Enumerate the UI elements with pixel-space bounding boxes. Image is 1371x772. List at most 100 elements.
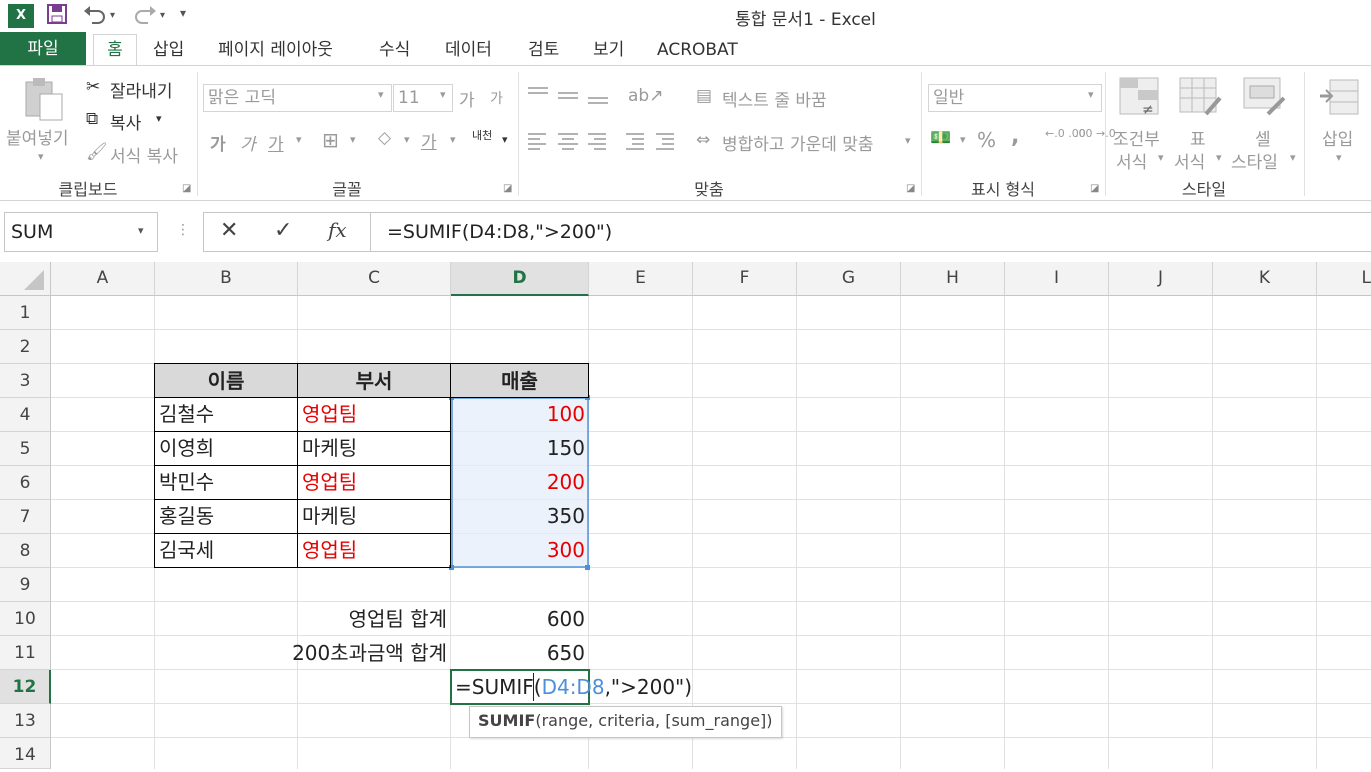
summary-value-sales-team[interactable]: 600 xyxy=(450,602,589,636)
insert-cells-dropdown-icon[interactable]: ▾ xyxy=(1336,151,1342,164)
copy-dropdown-icon[interactable]: ▾ xyxy=(156,112,162,125)
row-header-9[interactable]: 9 xyxy=(0,568,51,602)
font-color-button[interactable]: 가 xyxy=(421,128,437,153)
select-all-corner[interactable] xyxy=(0,262,51,296)
font-launcher-icon[interactable]: ◪ xyxy=(503,183,512,194)
formula-bar-grip-icon[interactable]: ⋮ xyxy=(176,222,190,238)
horizontal-align-icons[interactable] xyxy=(526,130,676,154)
conditional-formatting-label-2[interactable]: 서식 xyxy=(1116,148,1147,173)
format-painter-button[interactable]: 서식 복사 xyxy=(110,142,178,167)
table-header-dept[interactable]: 부서 xyxy=(297,363,451,398)
underline-button[interactable]: 가 xyxy=(268,130,284,155)
row-header-6[interactable]: 6 xyxy=(0,466,51,500)
percent-style-button[interactable]: % xyxy=(977,128,996,152)
row-header-13[interactable]: 13 xyxy=(0,704,51,738)
increase-decimal-button[interactable]: ←.0 .00 xyxy=(1045,128,1086,140)
cut-button[interactable]: 잘라내기 xyxy=(110,77,173,102)
row-header-11[interactable]: 11 xyxy=(0,636,51,670)
cancel-icon[interactable]: ✕ xyxy=(220,218,238,243)
font-color-dropdown-icon[interactable]: ▾ xyxy=(450,133,456,146)
grow-font-button[interactable]: 가 xyxy=(459,86,475,111)
column-header-a[interactable]: A xyxy=(51,262,155,296)
column-header-h[interactable]: H xyxy=(901,262,1005,296)
tab-home[interactable]: 홈 xyxy=(93,34,137,66)
alignment-launcher-icon[interactable]: ◪ xyxy=(906,183,915,194)
italic-button[interactable]: 가 xyxy=(240,130,256,155)
table-cell-sales[interactable]: 300 xyxy=(450,533,589,568)
table-cell-name[interactable]: 박민수 xyxy=(154,465,298,500)
comma-style-button[interactable]: , xyxy=(1011,124,1019,149)
row-header-5[interactable]: 5 xyxy=(0,432,51,466)
wrap-text-button[interactable]: 텍스트 줄 바꿈 xyxy=(722,86,827,111)
insert-cells-button[interactable]: 삽입 xyxy=(1322,125,1353,150)
clipboard-launcher-icon[interactable]: ◪ xyxy=(182,183,191,194)
enter-icon[interactable]: ✓ xyxy=(274,218,292,243)
number-format-dropdown-icon[interactable]: ▾ xyxy=(1088,88,1094,101)
font-name-combo[interactable]: 맑은 고딕 xyxy=(203,84,392,112)
number-launcher-icon[interactable]: ◪ xyxy=(1090,183,1099,194)
column-header-c[interactable]: C xyxy=(298,262,451,296)
cell-styles-label-1[interactable]: 셀 xyxy=(1255,125,1271,150)
orientation-icon[interactable]: ab↗ xyxy=(628,86,663,106)
column-header-j[interactable]: J xyxy=(1109,262,1213,296)
tab-file[interactable]: 파일 xyxy=(0,32,86,66)
row-header-12[interactable]: 12 xyxy=(0,670,51,704)
accounting-format-icon[interactable]: 💵 xyxy=(930,128,951,148)
tab-insert[interactable]: 삽입 xyxy=(153,36,184,64)
summary-label-sales-team[interactable]: 영업팀 합계 xyxy=(154,602,451,636)
column-header-f[interactable]: F xyxy=(693,262,797,296)
merge-center-dropdown-icon[interactable]: ▾ xyxy=(905,134,911,147)
name-box-dropdown-icon[interactable]: ▾ xyxy=(138,224,144,237)
column-header-k[interactable]: K xyxy=(1213,262,1317,296)
table-cell-name[interactable]: 이영희 xyxy=(154,431,298,466)
table-cell-dept[interactable]: 영업팀 xyxy=(297,465,451,500)
table-cell-sales[interactable]: 350 xyxy=(450,499,589,534)
paste-icon[interactable] xyxy=(22,76,66,122)
table-cell-name[interactable]: 홍길동 xyxy=(154,499,298,534)
column-header-d[interactable]: D xyxy=(451,262,589,296)
paste-dropdown-icon[interactable]: ▾ xyxy=(38,150,44,163)
cell-edit-text[interactable]: =SUMIF(D4:D8,">200") xyxy=(455,671,692,703)
font-name-dropdown-icon[interactable]: ▾ xyxy=(378,88,384,101)
table-cell-name[interactable]: 김철수 xyxy=(154,397,298,432)
row-header-10[interactable]: 10 xyxy=(0,602,51,636)
table-cell-dept[interactable]: 영업팀 xyxy=(297,397,451,432)
phonetic-dropdown-icon[interactable]: ▾ xyxy=(502,133,508,146)
column-header-i[interactable]: I xyxy=(1005,262,1109,296)
accounting-dropdown-icon[interactable]: ▾ xyxy=(960,133,966,146)
tab-formulas[interactable]: 수식 xyxy=(379,36,410,64)
function-tooltip[interactable]: SUMIF(range, criteria, [sum_range]) xyxy=(469,706,782,738)
cell-styles-label-2[interactable]: 스타일 xyxy=(1231,148,1278,173)
copy-button[interactable]: 복사 xyxy=(110,109,141,134)
row-header-2[interactable]: 2 xyxy=(0,330,51,364)
insert-function-icon[interactable]: fx xyxy=(328,218,347,242)
fill-color-icon[interactable]: ◇ xyxy=(378,128,391,148)
row-header-8[interactable]: 8 xyxy=(0,534,51,568)
format-as-table-label-1[interactable]: 표 xyxy=(1190,125,1206,150)
table-cell-dept[interactable]: 마케팅 xyxy=(297,431,451,466)
tab-view[interactable]: 보기 xyxy=(593,36,624,64)
column-header-l[interactable]: L xyxy=(1317,262,1371,296)
number-format-combo[interactable]: 일반 xyxy=(928,84,1102,112)
column-header-b[interactable]: B xyxy=(155,262,298,296)
table-cell-dept[interactable]: 마케팅 xyxy=(297,499,451,534)
table-cell-name[interactable]: 김국세 xyxy=(154,533,298,568)
table-cell-sales[interactable]: 200 xyxy=(450,465,589,500)
fill-color-dropdown-icon[interactable]: ▾ xyxy=(404,133,410,146)
summary-label-over-200[interactable]: 200초과금액 합계 xyxy=(154,636,451,670)
underline-dropdown-icon[interactable]: ▾ xyxy=(296,133,302,146)
phonetic-button[interactable]: 내천 xyxy=(472,130,494,141)
border-icon[interactable]: ⊞ xyxy=(322,128,339,152)
conditional-formatting-dropdown-icon[interactable]: ▾ xyxy=(1158,151,1164,164)
row-header-3[interactable]: 3 xyxy=(0,364,51,398)
border-dropdown-icon[interactable]: ▾ xyxy=(350,133,356,146)
format-as-table-dropdown-icon[interactable]: ▾ xyxy=(1216,151,1222,164)
table-header-sales[interactable]: 매출 xyxy=(450,363,589,398)
table-cell-sales[interactable]: 150 xyxy=(450,431,589,466)
row-header-7[interactable]: 7 xyxy=(0,500,51,534)
shrink-font-button[interactable]: 가 xyxy=(490,88,503,108)
tab-page-layout[interactable]: 페이지 레이아웃 xyxy=(218,36,333,64)
row-header-4[interactable]: 4 xyxy=(0,398,51,432)
row-header-1[interactable]: 1 xyxy=(0,296,51,330)
paste-button[interactable]: 붙여넣기 xyxy=(6,124,69,149)
